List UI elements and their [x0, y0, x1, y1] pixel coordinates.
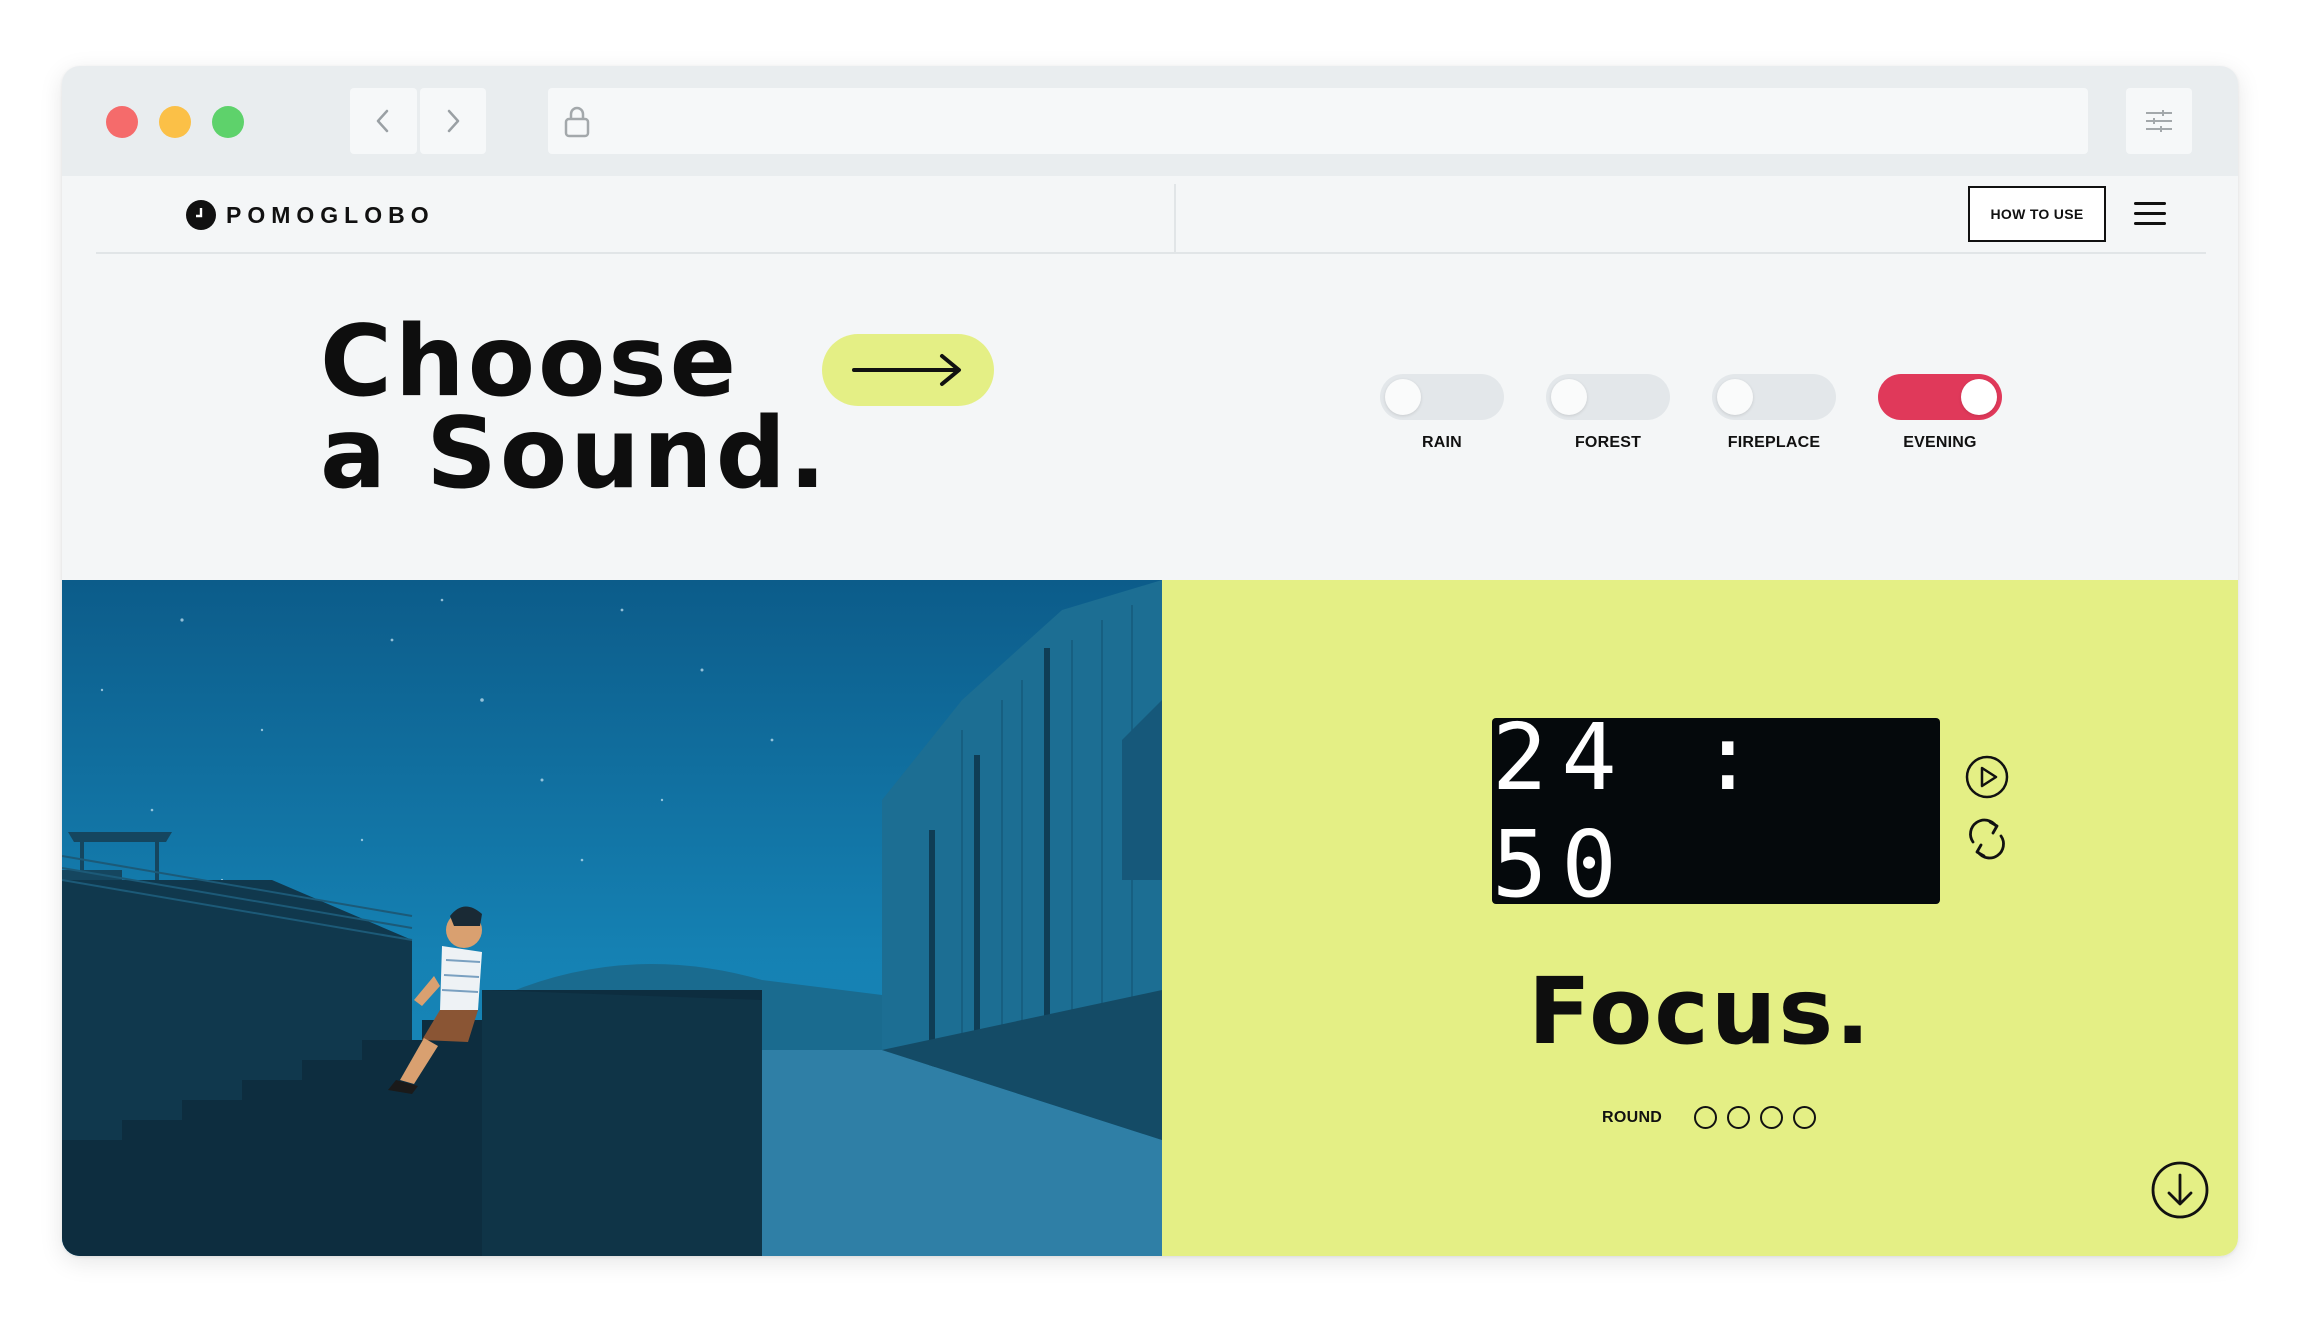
round-dot: [1760, 1106, 1784, 1129]
round-indicator: ROUND: [1602, 1106, 1817, 1129]
sound-label: FIREPLACE: [1727, 434, 1821, 451]
browser-chrome: [62, 66, 2238, 176]
page-title: Choose a Sound.: [320, 305, 830, 511]
evening-toggle[interactable]: [1878, 374, 2002, 420]
arrow-right-icon: [852, 354, 961, 386]
close-window-button[interactable]: [106, 106, 138, 138]
sound-forest: FOREST: [1546, 374, 1670, 452]
chevron-left-icon: [377, 109, 389, 133]
minimize-window-button[interactable]: [159, 106, 191, 138]
sliders-icon: [2146, 110, 2172, 132]
lock-icon: [564, 106, 590, 138]
sound-label: EVENING: [1903, 434, 1977, 451]
play-icon[interactable]: [1964, 754, 2010, 800]
history-nav: [350, 88, 486, 154]
back-button[interactable]: [350, 88, 417, 154]
toggle-knob: [1551, 379, 1587, 415]
title-line-2: a Sound.: [320, 397, 830, 511]
focus-timer-panel: 24 : 50 Focus. ROUND: [1162, 580, 2238, 1256]
rain-toggle[interactable]: [1380, 374, 1504, 420]
round-dot: [1793, 1106, 1817, 1129]
toggle-knob: [1961, 379, 1997, 415]
arrow-down-circle-icon[interactable]: [2150, 1160, 2210, 1220]
address-bar[interactable]: [548, 88, 2088, 154]
next-sound-button[interactable]: [822, 334, 994, 406]
clock-logo-icon: [186, 200, 216, 230]
sound-evening: EVENING: [1878, 374, 2002, 452]
timer-mode-label: Focus.: [1527, 958, 1873, 1065]
site-logo[interactable]: POMOGLOBO: [186, 200, 435, 230]
browser-settings-button[interactable]: [2126, 88, 2192, 154]
timer-display: 24 : 50: [1492, 704, 1940, 918]
forward-button[interactable]: [419, 88, 486, 154]
pomoglobo-page: POMOGLOBO HOW TO USE Choose a Sound. RAI…: [62, 176, 2238, 1256]
toggle-knob: [1717, 379, 1753, 415]
top-navigation: POMOGLOBO HOW TO USE: [96, 176, 2206, 254]
round-dot: [1694, 1106, 1718, 1129]
round-label: ROUND: [1602, 1108, 1663, 1126]
toggle-knob: [1385, 379, 1421, 415]
maximize-window-button[interactable]: [212, 106, 244, 138]
title-line-1: Choose: [320, 305, 740, 419]
sound-fireplace: FIREPLACE: [1712, 374, 1836, 452]
refresh-icon[interactable]: [1964, 816, 2010, 862]
hamburger-menu-icon[interactable]: [2134, 202, 2166, 226]
sound-label: RAIN: [1422, 434, 1462, 451]
round-dot: [1727, 1106, 1751, 1129]
nav-divider: [1174, 184, 1176, 254]
browser-window: POMOGLOBO HOW TO USE Choose a Sound. RAI…: [62, 66, 2238, 1256]
fireplace-toggle[interactable]: [1712, 374, 1836, 420]
evening-scene-image: [62, 580, 1162, 1256]
logo-text: POMOGLOBO: [226, 201, 435, 228]
sound-rain: RAIN: [1380, 374, 1504, 452]
chevron-right-icon: [447, 109, 459, 133]
forest-toggle[interactable]: [1546, 374, 1670, 420]
sound-label: FOREST: [1574, 434, 1642, 451]
how-to-use-button[interactable]: HOW TO USE: [1968, 186, 2106, 242]
evening-scene-illustration: [62, 580, 1162, 1256]
